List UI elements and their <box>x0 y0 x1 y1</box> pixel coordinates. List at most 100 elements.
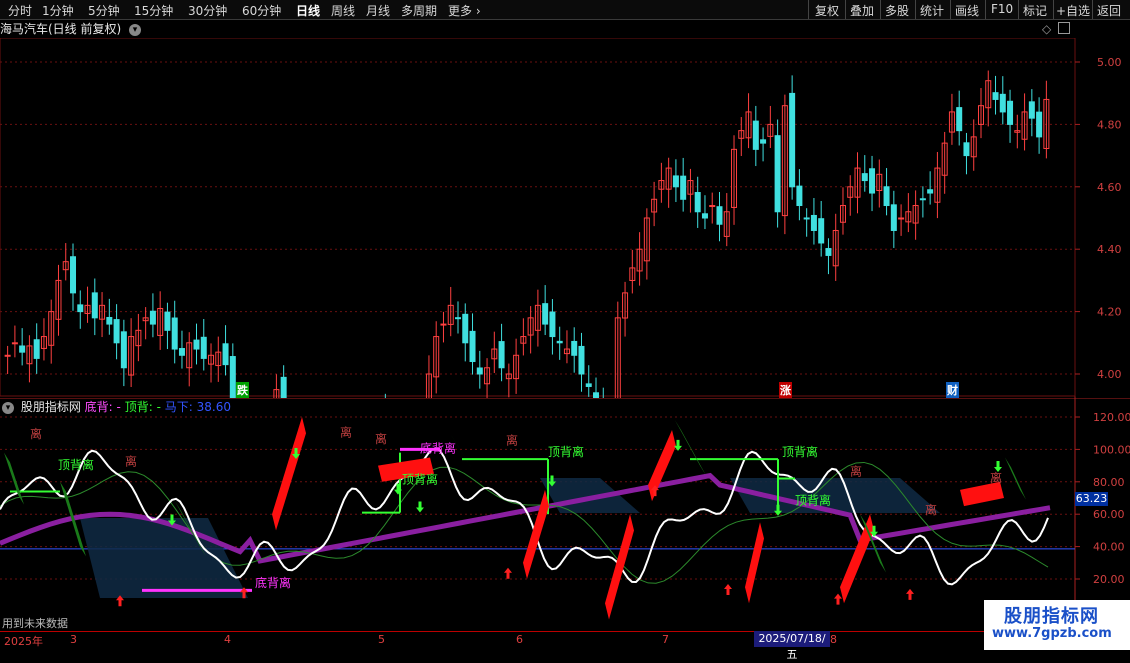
period-tab-weekly[interactable]: 周线 <box>331 2 355 19</box>
candle-body <box>883 186 890 207</box>
mark-button[interactable]: 标记 <box>1023 2 1047 19</box>
divergence-annotation: 离 <box>30 426 42 441</box>
candle-body <box>498 341 505 369</box>
red-ribbon <box>745 522 764 604</box>
date-label-month-7: 7 <box>662 633 669 646</box>
price-tick-label: 4.60 <box>1097 181 1122 194</box>
arrow-up-icon <box>834 593 842 605</box>
period-tab-1min[interactable]: 1分钟 <box>42 2 74 19</box>
candle-body <box>752 120 759 150</box>
chevron-down-icon[interactable]: ▾ <box>129 23 142 36</box>
period-tab-daily[interactable]: 日线 <box>296 2 320 19</box>
arrow-up-icon <box>504 567 512 579</box>
stock-title: 海马汽车(日线 前复权) <box>0 22 122 36</box>
candle-body <box>869 168 876 194</box>
candle-body <box>694 192 701 213</box>
period-tab-multi[interactable]: 多周期 <box>401 2 437 19</box>
candle-body <box>890 204 897 231</box>
candlestick-chart[interactable]: 5.004.804.604.404.204.003.803.603.403.20… <box>0 38 1130 398</box>
candle-body <box>999 93 1006 113</box>
candle-body <box>113 319 120 344</box>
draw-line-button[interactable]: 画线 <box>955 2 979 19</box>
red-ribbon <box>272 417 306 531</box>
candle-body <box>77 304 84 313</box>
candle-body <box>149 310 156 325</box>
candle-body <box>462 313 469 344</box>
price-tick-label: 5.00 <box>1097 56 1122 69</box>
period-tab-15min[interactable]: 15分钟 <box>134 2 173 19</box>
candle-body <box>556 340 563 344</box>
stock-title-bar: 海马汽车(日线 前复权) ▾ <box>0 20 142 38</box>
f10-button[interactable]: F10 <box>991 2 1013 16</box>
period-tab-fenshi[interactable]: 分时 <box>8 2 32 19</box>
candle-body <box>440 323 447 326</box>
candle-body <box>33 339 40 359</box>
candle-body <box>927 189 934 194</box>
indicator-tick-label: 60.00 <box>1093 508 1125 521</box>
divergence-annotation: 顶背离 <box>782 444 818 459</box>
candle-body <box>11 342 18 345</box>
candle-body <box>578 345 585 375</box>
candle-body <box>789 92 796 188</box>
fuquan-button[interactable]: 复权 <box>815 2 839 19</box>
indicator-chart[interactable]: 120.00100.0080.0060.0040.0020.00顶背离顶背离 顶背… <box>0 398 1130 631</box>
marker-die[interactable]: 跌 <box>236 382 249 398</box>
divergence-annotation: 离 <box>850 463 862 478</box>
indicator-tick-label: 80.00 <box>1093 476 1125 489</box>
candle-body <box>120 331 127 369</box>
price-tick-label: 4.20 <box>1097 306 1122 319</box>
candle-body <box>70 256 77 294</box>
candle-body <box>803 217 810 220</box>
marker-zhang[interactable]: 涨 <box>779 382 792 398</box>
green-ribbon <box>4 452 24 505</box>
candle-body <box>542 303 549 325</box>
overlay-button[interactable]: 叠加 <box>850 2 874 19</box>
current-value-badge: 63.23 <box>1075 492 1108 506</box>
candle-body <box>91 292 98 319</box>
back-button[interactable]: 返回 <box>1097 2 1121 19</box>
period-tab-30min[interactable]: 30分钟 <box>188 2 227 19</box>
marker-cai[interactable]: 财 <box>946 382 959 398</box>
divergence-annotation: 顶背离 <box>402 471 438 486</box>
price-tick-label: 4.40 <box>1097 243 1122 256</box>
arrow-up-icon <box>724 583 732 595</box>
candle-body <box>280 376 287 398</box>
maximize-icon[interactable] <box>1058 22 1070 34</box>
red-ribbon <box>605 514 634 620</box>
candle-body <box>919 198 926 201</box>
candle-body <box>106 316 113 325</box>
period-tab-monthly[interactable]: 月线 <box>366 2 390 19</box>
candle-body <box>992 92 999 100</box>
candle-body <box>222 343 229 366</box>
add-watchlist-button[interactable]: +自选 <box>1056 2 1090 19</box>
date-axis: 2025年 3 4 5 6 7 8 <box>0 631 1075 650</box>
watermark: 股朋指标网 www.7gpzb.com <box>984 600 1130 650</box>
divergence-annotation: 顶背离 <box>58 457 94 472</box>
red-ribbon <box>648 429 676 502</box>
period-tab-5min[interactable]: 5分钟 <box>88 2 120 19</box>
divergence-annotation: 顶背离 <box>548 444 584 459</box>
candle-body <box>476 367 483 375</box>
arrow-up-icon <box>906 588 914 600</box>
green-ribbon <box>1005 457 1026 500</box>
candle-body <box>796 185 803 207</box>
candle-body <box>469 330 476 363</box>
chevron-right-icon: › <box>472 4 481 18</box>
candle-body <box>774 135 781 213</box>
cursor-date: 2025/07/18/五 <box>754 631 830 661</box>
multi-stock-button[interactable]: 多股 <box>885 2 909 19</box>
date-label-month-3: 3 <box>70 633 77 646</box>
period-tab-60min[interactable]: 60分钟 <box>242 2 281 19</box>
candle-body <box>164 311 171 331</box>
candle-body <box>171 317 178 350</box>
candle-body <box>193 339 200 350</box>
candle-body <box>861 173 868 182</box>
stats-button[interactable]: 统计 <box>920 2 944 19</box>
indicator-tick-label: 120.00 <box>1093 411 1130 424</box>
candle-body <box>585 383 592 387</box>
shaded-zone <box>80 518 248 598</box>
indicator-tick-label: 40.00 <box>1093 541 1125 554</box>
period-tab-more[interactable]: 更多 › <box>448 2 481 19</box>
candle-body <box>825 248 832 256</box>
diamond-icon[interactable]: ◇ <box>1042 22 1051 36</box>
